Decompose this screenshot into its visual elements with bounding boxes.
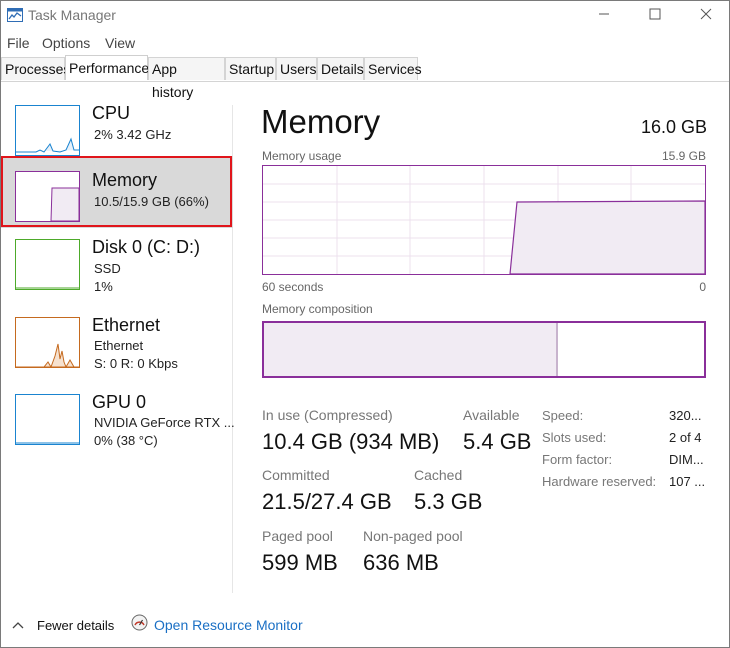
sidebar-item-label: Ethernet xyxy=(92,315,161,335)
ethernet-thumbnail-graph xyxy=(15,317,80,368)
memory-usage-label: Memory usage xyxy=(262,149,342,163)
committed-label: Committed xyxy=(262,467,330,483)
spec-label-slots: Slots used: xyxy=(542,430,607,445)
memory-usage-graph xyxy=(262,165,706,275)
spec-value-speed: 320... xyxy=(669,408,702,423)
cpu-thumbnail-graph xyxy=(15,105,80,156)
available-label: Available xyxy=(463,407,520,423)
tab-app-history[interactable]: App history xyxy=(148,57,225,100)
time-axis-right: 0 xyxy=(699,280,706,294)
non-paged-pool-label: Non-paged pool xyxy=(363,528,463,544)
disk-thumbnail-graph xyxy=(15,239,80,290)
sidebar-item-detail-2: 0% (38 °C) xyxy=(94,433,158,448)
tab-bar: Processes Performance App history Startu… xyxy=(1,55,729,100)
tab-performance[interactable]: Performance xyxy=(65,55,149,80)
paged-pool-label: Paged pool xyxy=(262,528,333,544)
tab-services[interactable]: Services xyxy=(364,57,422,80)
cached-value: 5.3 GB xyxy=(414,489,483,514)
spec-value-hardware-reserved: 107 ... xyxy=(669,474,706,489)
in-use-label: In use (Compressed) xyxy=(262,407,393,423)
sidebar-item-ethernet[interactable]: Ethernet Ethernet S: 0 R: 0 Kbps xyxy=(1,306,233,378)
non-paged-pool-value: 636 MB xyxy=(363,550,439,575)
spec-label-speed: Speed: xyxy=(542,408,584,423)
memory-panel: Memory 16.0 GB Memory usage 15.9 GB 60 s… xyxy=(234,83,729,593)
close-icon xyxy=(700,7,712,25)
memory-usage-max: 15.9 GB xyxy=(661,149,706,163)
available-value: 5.4 GB xyxy=(463,429,532,454)
spec-value-form-factor: DIM... xyxy=(669,452,704,467)
selection-highlight xyxy=(1,156,232,227)
title-bar[interactable]: Task Manager xyxy=(1,1,729,31)
tab-users[interactable]: Users xyxy=(276,57,317,80)
sidebar-item-label: Disk 0 (C: D:) xyxy=(92,237,200,257)
spec-label-form-factor: Form factor: xyxy=(542,452,613,467)
resource-monitor-icon xyxy=(131,614,148,636)
sidebar-item-disk[interactable]: Disk 0 (C: D:) SSD 1% xyxy=(1,229,233,301)
memory-composition-bar xyxy=(262,321,706,378)
sidebar-item-detail: 2% 3.42 GHz xyxy=(94,127,172,142)
sidebar-item-detail: SSD xyxy=(94,261,121,276)
menu-file[interactable]: File xyxy=(7,35,30,51)
paged-pool-value: 599 MB xyxy=(262,550,338,575)
sidebar-item-detail-2: 1% xyxy=(94,279,113,294)
sidebar-item-label: CPU xyxy=(92,103,131,123)
time-axis-left: 60 seconds xyxy=(262,280,324,294)
window-title: Task Manager xyxy=(28,7,116,23)
task-manager-window: Task Manager File Options View Processes… xyxy=(0,0,730,648)
in-use-value: 10.4 GB (934 MB) xyxy=(262,429,440,454)
committed-value: 21.5/27.4 GB xyxy=(262,489,392,514)
chevron-up-icon[interactable] xyxy=(12,617,24,635)
tab-details[interactable]: Details xyxy=(317,57,364,80)
menu-options[interactable]: Options xyxy=(42,35,90,51)
sidebar-item-gpu[interactable]: GPU 0 NVIDIA GeForce RTX ... 0% (38 °C) xyxy=(1,383,235,455)
tab-startup[interactable]: Startup xyxy=(225,57,276,80)
task-manager-icon xyxy=(7,8,23,22)
tab-processes[interactable]: Processes xyxy=(1,57,70,80)
fewer-details-link[interactable]: Fewer details xyxy=(37,618,114,633)
spec-value-slots: 2 of 4 xyxy=(669,430,702,445)
close-button[interactable] xyxy=(683,1,729,31)
maximize-icon xyxy=(649,7,661,25)
menu-view[interactable]: View xyxy=(105,35,135,51)
open-resource-monitor-link[interactable]: Open Resource Monitor xyxy=(154,617,303,633)
cached-label: Cached xyxy=(414,467,463,483)
page-title: Memory xyxy=(261,103,381,140)
minimize-button[interactable] xyxy=(581,1,627,31)
maximize-button[interactable] xyxy=(632,1,678,31)
memory-composition-label: Memory composition xyxy=(262,302,373,316)
memory-total: 16.0 GB xyxy=(640,117,707,137)
minimize-icon xyxy=(598,7,610,25)
gpu-thumbnail-graph xyxy=(15,394,80,445)
menu-bar: File Options View xyxy=(1,32,729,54)
footer-bar: Fewer details Open Resource Monitor xyxy=(1,605,729,647)
sidebar-item-label: GPU 0 xyxy=(92,392,147,412)
spec-label-hardware-reserved: Hardware reserved: xyxy=(542,474,657,489)
sidebar-item-detail: Ethernet xyxy=(94,338,144,353)
sidebar-item-detail-2: S: 0 R: 0 Kbps xyxy=(94,356,178,371)
sidebar-item-detail: NVIDIA GeForce RTX ... xyxy=(94,415,235,430)
